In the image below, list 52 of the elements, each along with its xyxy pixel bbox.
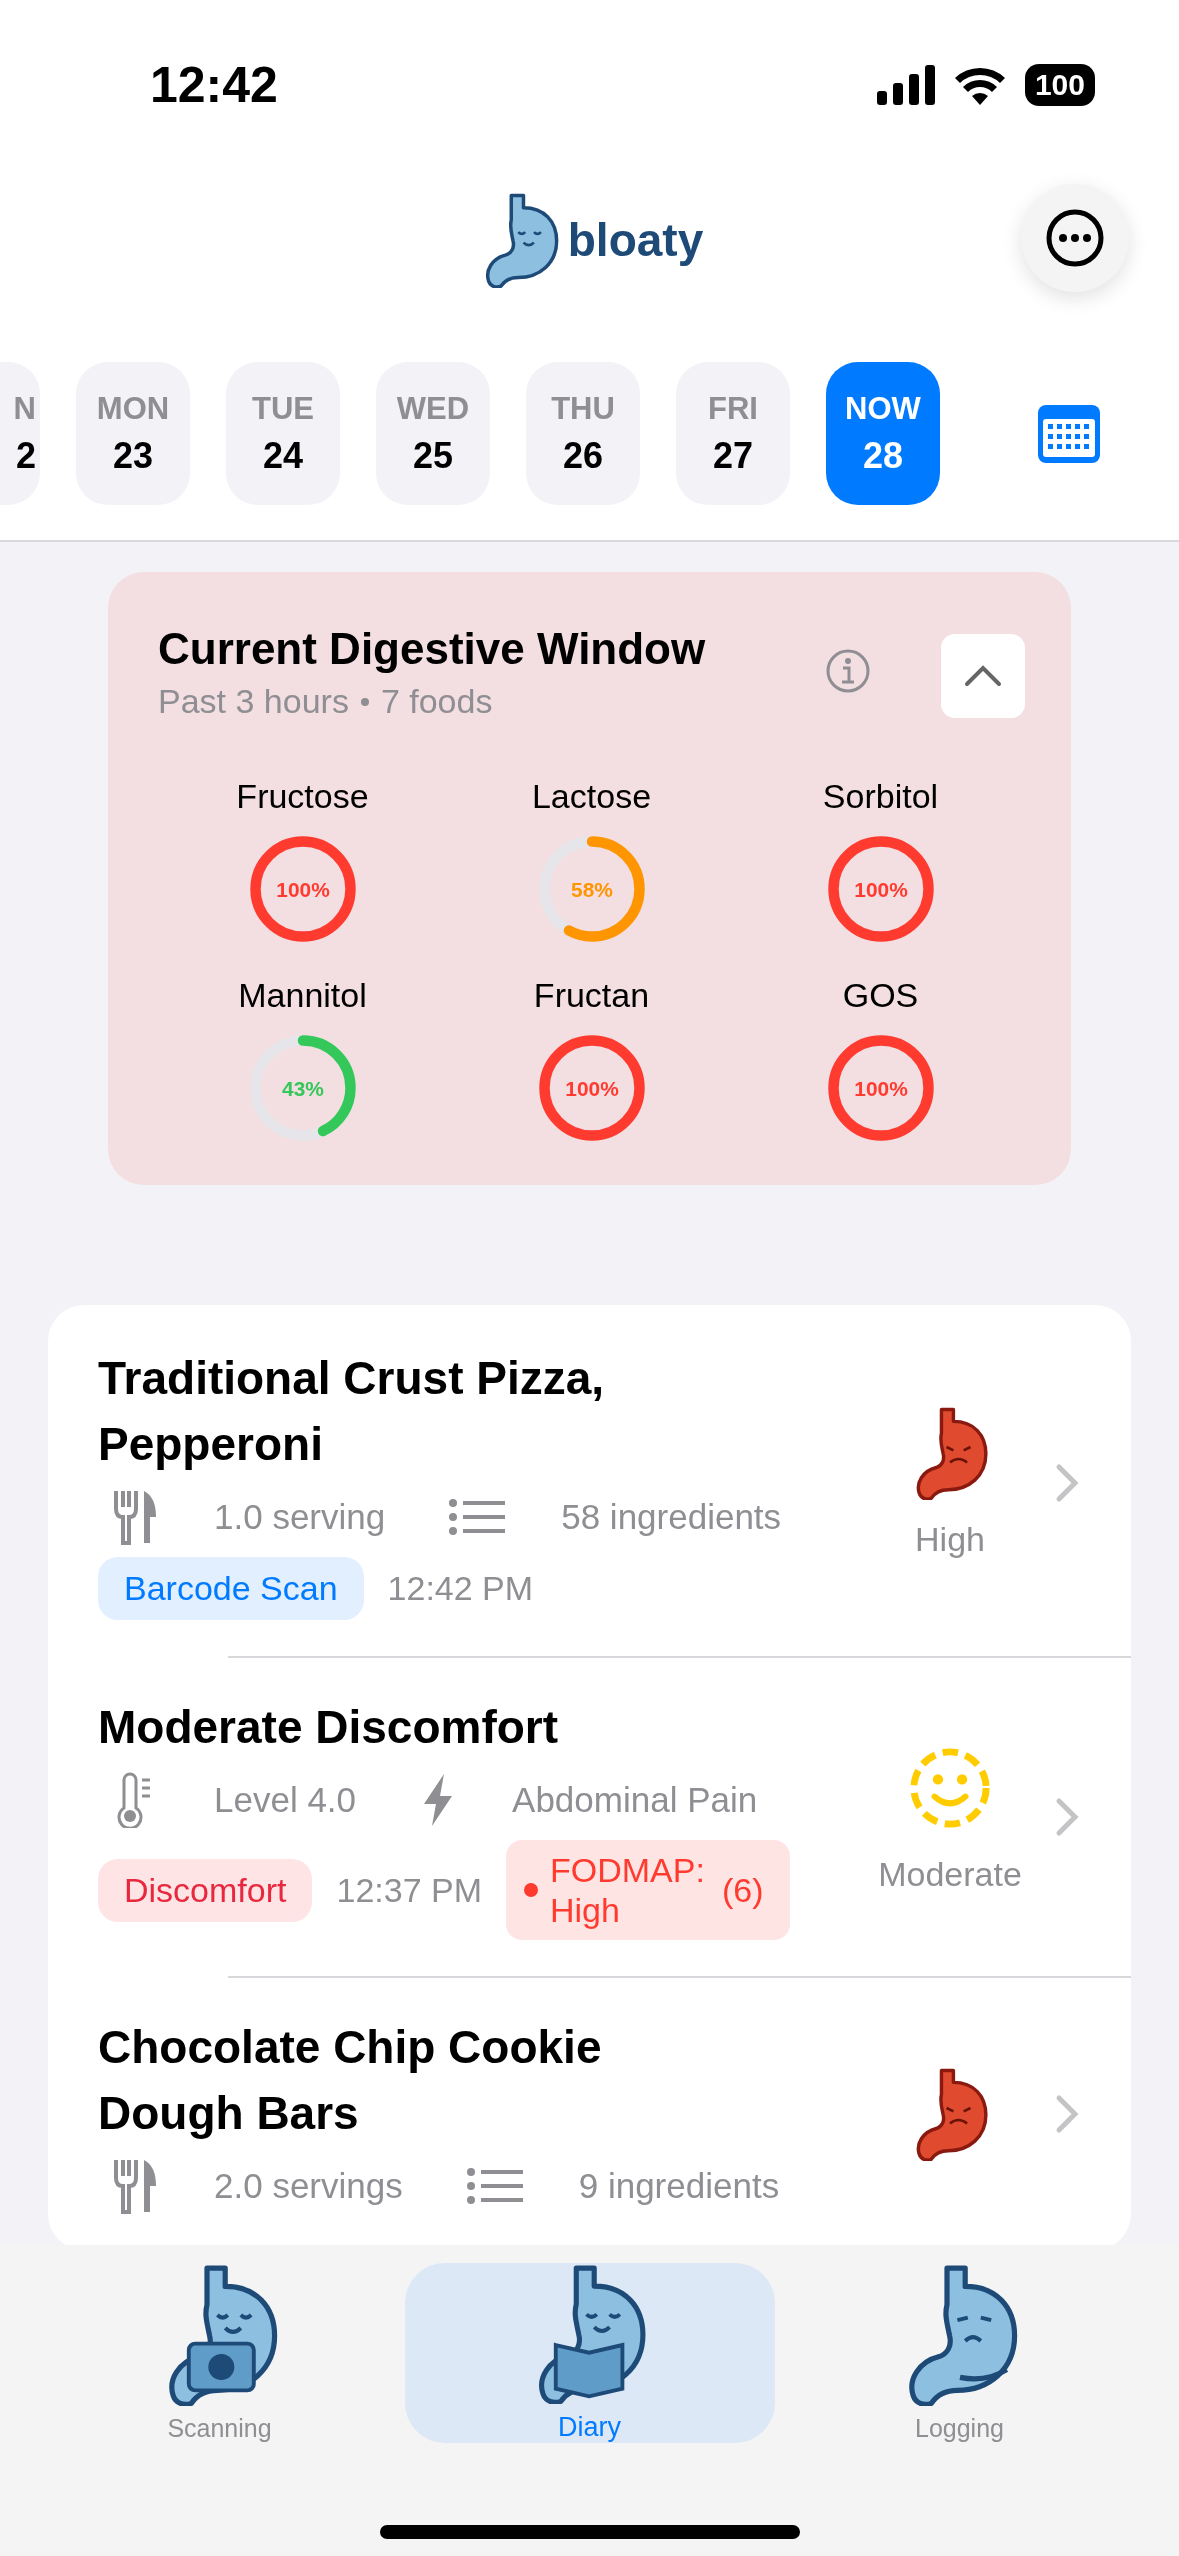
- fork-knife-icon: [112, 1489, 158, 1545]
- collapse-button[interactable]: [941, 634, 1025, 718]
- battery-level: 100: [1024, 64, 1095, 106]
- nutrient-name: GOS: [842, 976, 919, 1015]
- entry-amount: 1.0 serving: [214, 1497, 386, 1537]
- chevron-up-icon: [963, 664, 1003, 688]
- entry-title: Traditional Crust Pizza, Pepperoni: [98, 1351, 606, 1472]
- period-text: Past 3 hours: [158, 682, 349, 721]
- source-tag: Discomfort: [98, 1858, 313, 1922]
- food-count: 7 foods: [380, 682, 493, 721]
- day-chip[interactable]: MON 23: [76, 362, 190, 505]
- day-chip[interactable]: FRI 27: [676, 362, 790, 505]
- separator-dot: [360, 697, 369, 706]
- card-title: Current Digestive Window: [158, 624, 707, 674]
- entry-title: Chocolate Chip Cookie Dough Bars: [98, 2020, 603, 2141]
- source-tag: Barcode Scan: [98, 1557, 364, 1620]
- nutrient-percent: 100%: [275, 877, 330, 901]
- nutrient-percent: 100%: [853, 1076, 908, 1100]
- nutrient-name: Lactose: [531, 777, 652, 816]
- entry-amount: 2.0 servings: [214, 2166, 403, 2206]
- nutrient-name: Sorbitol: [822, 777, 939, 816]
- entry-time: 12:37 PM: [336, 1870, 482, 1910]
- fork-knife-icon: [112, 2158, 158, 2214]
- day-chip[interactable]: NOW 28: [826, 362, 940, 505]
- chevron-right-icon[interactable]: [1055, 1797, 1081, 1837]
- nutrient-name: Fructose: [236, 777, 369, 816]
- entry-title: Moderate Discomfort: [98, 1700, 560, 1755]
- chevron-right-icon[interactable]: [1055, 1462, 1081, 1503]
- day-chip[interactable]: TUE 24: [226, 362, 340, 505]
- calendar-icon[interactable]: [1036, 402, 1102, 465]
- entry-amount: Level 4.0: [214, 1780, 357, 1820]
- entry-detail: Abdominal Pain: [512, 1780, 758, 1820]
- day-chip[interactable]: WED 25: [376, 362, 490, 505]
- app-logo: bloaty: [567, 213, 704, 267]
- entry-time: 12:42 PM: [387, 1569, 534, 1608]
- ellipsis-icon: [1045, 208, 1105, 268]
- nutrient-percent: 100%: [564, 1076, 619, 1100]
- status-time: 12:42: [150, 56, 278, 114]
- rating-label: High: [915, 1520, 985, 1559]
- entry-detail: 58 ingredients: [561, 1497, 782, 1537]
- nutrient-name: Mannitol: [238, 976, 367, 1015]
- nutrient-name: Fructan: [533, 976, 650, 1015]
- info-icon[interactable]: [825, 648, 871, 694]
- chevron-right-icon[interactable]: [1055, 2094, 1081, 2134]
- nutrient-percent: 100%: [853, 877, 908, 901]
- day-chip[interactable]: N 2: [0, 362, 40, 505]
- rating-label: Moderate: [878, 1854, 1022, 1894]
- signal-icon: [876, 65, 935, 105]
- nutrient-percent: 58%: [570, 877, 613, 901]
- nutrient-percent: 43%: [281, 1076, 324, 1100]
- day-chip[interactable]: THU 26: [526, 362, 640, 505]
- entry-detail: 9 ingredients: [578, 2166, 780, 2206]
